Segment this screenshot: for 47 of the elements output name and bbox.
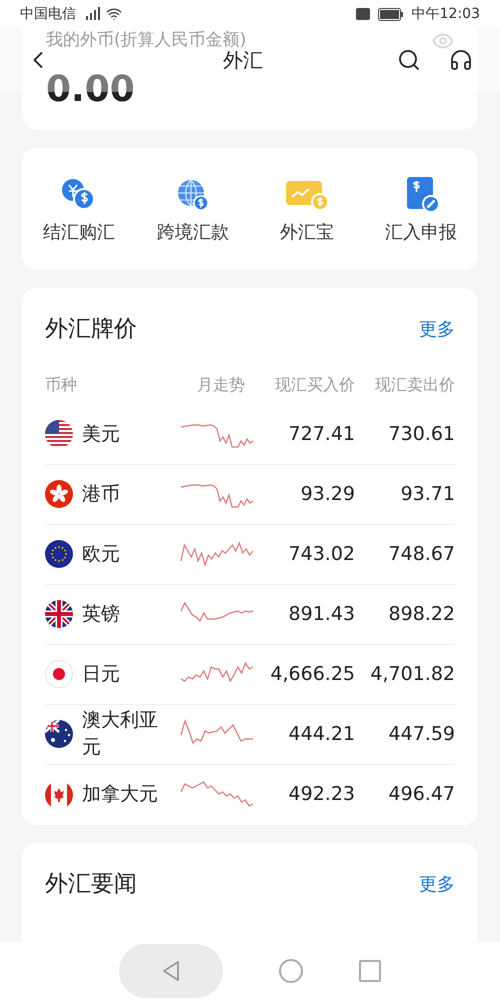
buy-price: 743.02 (288, 542, 355, 567)
currency-name: 澳大利亚元 (82, 708, 159, 760)
wifi-icon (106, 6, 122, 22)
quick-action-button[interactable]: 外汇宝 (250, 172, 364, 246)
sell-price: 4,701.82 (370, 662, 455, 687)
currency-name: 港币 (82, 482, 121, 507)
buy-price: 4,666.25 (270, 662, 355, 687)
column-header: 币种 (45, 374, 77, 396)
australia-flag-icon (45, 720, 73, 748)
buy-price: 93.29 (300, 482, 355, 507)
sell-price: 730.61 (388, 422, 455, 447)
column-header: 现汇卖出价 (375, 374, 455, 396)
more-link[interactable]: 更多 (419, 316, 455, 343)
sell-price: 447.59 (388, 722, 455, 747)
japan-flag-icon (45, 660, 73, 688)
back-triangle-icon (161, 960, 181, 982)
us-flag-icon (45, 420, 73, 448)
currency-name: 加拿大元 (82, 782, 159, 808)
section-title: 外汇牌价 (45, 315, 137, 344)
column-header: 月走势 (197, 374, 245, 396)
uk-flag-icon (45, 600, 73, 628)
quick-action-button[interactable]: 跨境汇款 (136, 172, 250, 246)
balance-value: 0.00 (46, 72, 136, 108)
buy-price: 492.23 (288, 782, 355, 808)
currency-name: 日元 (82, 662, 121, 687)
buy-price: 727.41 (288, 422, 355, 447)
quick-action-button[interactable]: 汇入申报 (364, 172, 478, 246)
buy-price: 891.43 (288, 602, 355, 627)
column-header: 现汇买入价 (275, 374, 355, 396)
more-link[interactable]: 更多 (419, 870, 455, 898)
currency-name: 美元 (82, 422, 121, 447)
sell-price: 748.67 (388, 542, 455, 567)
hk-flag-icon (45, 480, 73, 508)
search-icon (397, 48, 421, 72)
eu-flag-icon (45, 540, 73, 568)
headset-icon (449, 48, 473, 72)
battery-icon (378, 8, 404, 20)
sell-price: 898.22 (388, 602, 455, 627)
currency-name: 英镑 (82, 602, 121, 627)
section-title: 外汇要闻 (45, 870, 137, 899)
buy-price: 444.21 (288, 722, 355, 747)
currency-name: 欧元 (82, 542, 121, 567)
sell-price: 496.47 (388, 782, 455, 808)
carrier-name: 中国电信 (20, 4, 76, 24)
sell-price: 93.71 (400, 482, 455, 507)
quick-action-button[interactable]: 结汇购汇 (22, 172, 136, 246)
clock-time: 中午12:03 (412, 4, 480, 24)
